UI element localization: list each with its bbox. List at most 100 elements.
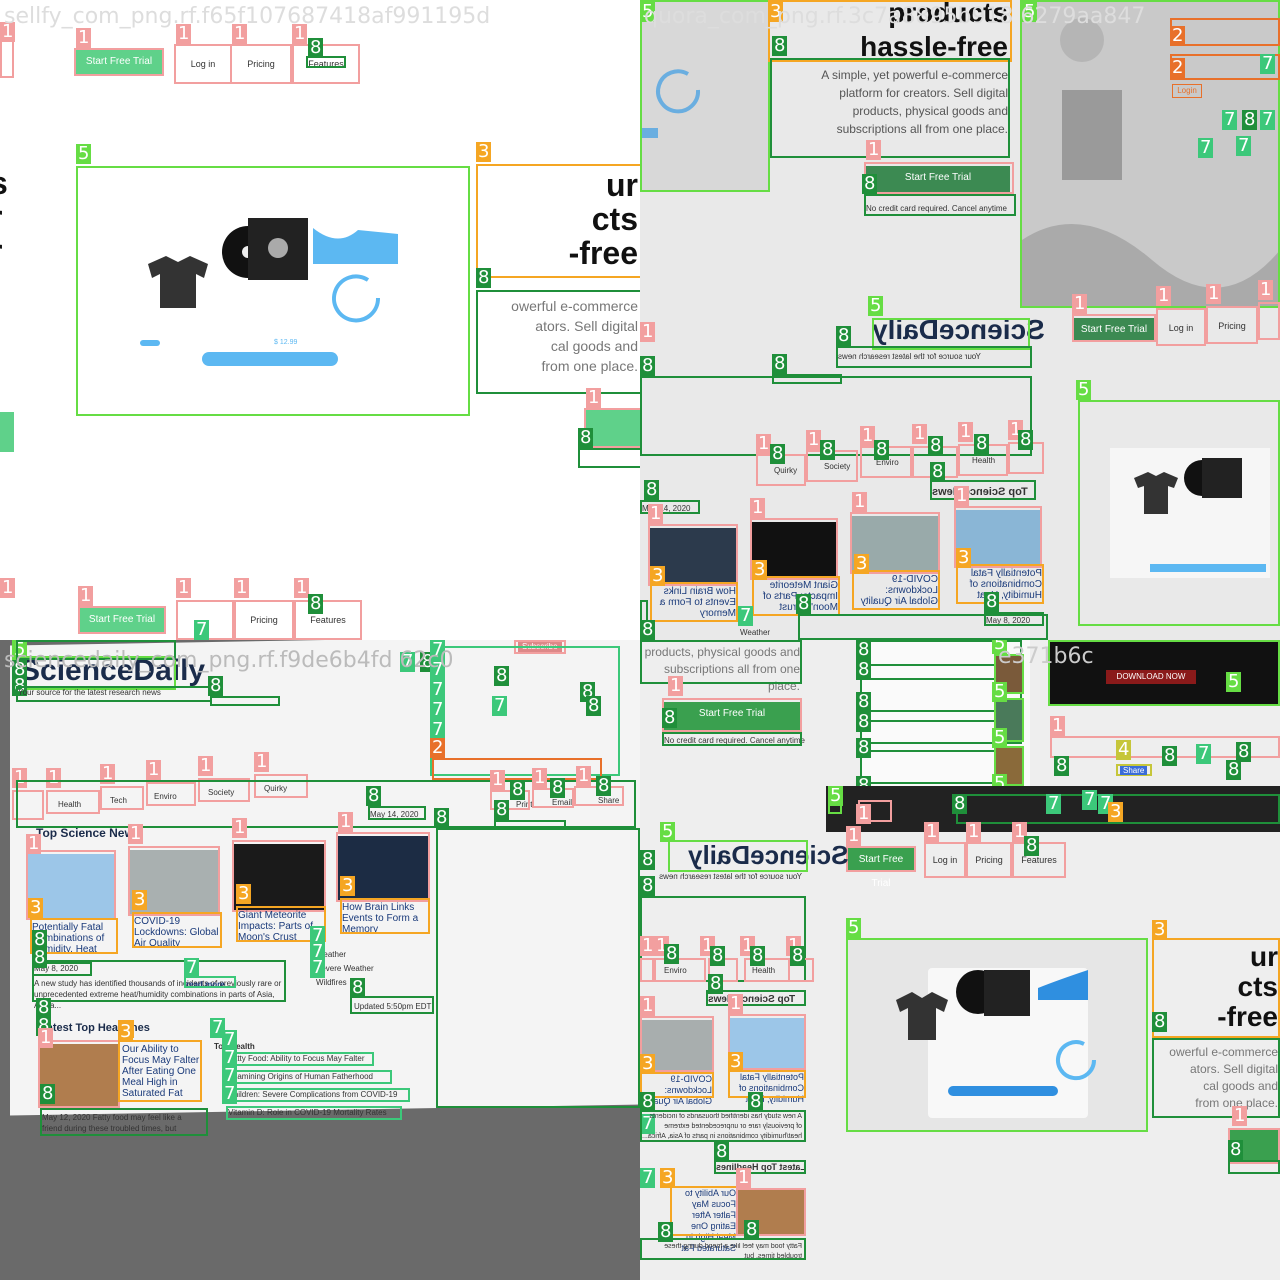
annotation-label: 5 [992,681,1008,702]
annotation-label: 1 [490,769,506,790]
annotation-label: 8 [714,1141,730,1162]
annotation-label: 8 [796,593,812,614]
annotation-label: 7 [184,957,200,978]
annotation-label: 8 [510,779,526,800]
annotation-label: 1 [26,833,42,854]
quadrant-sellfy: sellfy_com_png.rf.f65f107687418af991195d… [0,0,640,640]
annotation-label: 8 [930,461,946,482]
annotation-label: 8 [596,775,612,796]
annotation-label: 1 [866,139,882,160]
annotation-label: 5 [76,143,92,164]
annotation-label: 8 [640,875,656,896]
nav-health-q4[interactable]: Health [752,966,775,975]
annotation-label: 1 [198,755,214,776]
annotation-label: 7 [1046,793,1062,814]
annotation-label: 8 [350,977,366,998]
annotation-box [32,960,286,1002]
annotation-box [476,164,640,278]
weather-link[interactable]: Weather [740,628,770,637]
annotation-label: 8 [494,799,510,820]
annotation-label: 1 [176,577,192,598]
annotation-label: 8 [748,1091,764,1112]
nav-health[interactable]: Health [972,456,995,465]
annotation-label: 2 [1170,57,1186,78]
annotation-box [74,48,164,76]
annotation-box [578,448,640,468]
annotation-label: 4 [1116,739,1132,760]
annotation-box [852,570,940,610]
annotation-label: 8 [1162,745,1178,766]
annotation-label: 7 [1082,789,1098,810]
features-link-2[interactable]: Features [296,602,360,638]
annotation-box [714,1160,806,1174]
annotation-label: 1 [146,759,162,780]
annotation-label: 8 [434,807,450,828]
annotation-box [770,58,1010,158]
annotation-box [668,840,808,872]
annotation-box [76,166,470,416]
login-button[interactable]: Login [1172,84,1202,98]
annotation-label: 8 [664,943,680,964]
annotation-label: 3 [1108,801,1124,822]
annotation-label: 7 [310,957,326,978]
share-pill[interactable]: Share [1120,766,1148,775]
wildfires-link[interactable]: Wildfires [316,978,347,987]
log-in-link-3[interactable]: Log in [1158,310,1204,344]
annotation-box [210,696,280,706]
annotation-box [984,612,1044,626]
annotation-box [662,732,802,746]
annotation-label: 3 [1152,919,1168,940]
annotation-label: 8 [1228,1139,1244,1160]
annotation-label: 1 [0,577,16,598]
annotation-label: 8 [770,443,786,464]
annotation-label: 3 [650,565,666,586]
annotation-label: 1 [586,387,602,408]
annotation-label: 1 [954,485,970,506]
pricing-link-2[interactable]: Pricing [236,602,292,638]
annotation-label: 8 [772,353,788,374]
annotation-label: 7 [738,605,754,626]
annotation-label: 8 [708,973,724,994]
quadrant-title: quora_com_png.rf.3c7a8895b918 6279aa847 [644,4,1146,29]
annotation-label: 5 [1226,671,1242,692]
left-edge-button[interactable] [0,412,14,452]
annotation-box [1152,1038,1280,1118]
quadrant-title: e371b6c [998,644,1094,669]
annotation-box [476,290,640,394]
pricing-link-3[interactable]: Pricing [1208,308,1256,342]
annotation-box [772,374,842,384]
annotation-label: 7 [1260,53,1276,74]
annotation-label: 8 [640,1091,656,1112]
annotation-label: 8 [856,737,872,758]
nav-enviro-q4[interactable]: Enviro [664,966,687,975]
pricing-link-6[interactable]: Pricing [968,844,1010,876]
annotation-label: 8 [208,675,224,696]
annotation-label: 8 [494,665,510,686]
nav-society[interactable]: Society [824,462,850,471]
annotation-label: 1 [736,1167,752,1188]
annotation-label: 2 [430,737,446,758]
annotation-label: 8 [1018,429,1034,450]
annotation-label: 1 [728,993,744,1014]
annotation-box [662,698,802,732]
annotation-label: 7 [1260,109,1276,130]
annotation-label: 1 [1232,1105,1248,1126]
annotation-box [640,1238,806,1260]
annotation-box [864,162,1014,194]
nav-quirky[interactable]: Quirky [774,466,797,475]
left-edge-title: srr [0,166,16,268]
annotation-label: 8 [750,945,766,966]
annotation-box [230,44,292,84]
annotation-box [1072,314,1156,342]
annotation-label: 8 [836,325,852,346]
log-in-link-6[interactable]: Log in [926,844,964,876]
annotation-label: 1 [532,767,548,788]
annotation-box [118,1040,202,1102]
quadrant-quora: quora_com_png.rf.3c7a8895b918 6279aa847 … [640,0,1280,640]
annotation-label: 1 [640,321,656,342]
annotation-label: 8 [550,777,566,798]
annotation-label: 1 [1072,293,1088,314]
annotation-box [1170,18,1280,46]
annotation-label: 5 [846,917,862,938]
annotation-label: 7 [430,679,446,700]
